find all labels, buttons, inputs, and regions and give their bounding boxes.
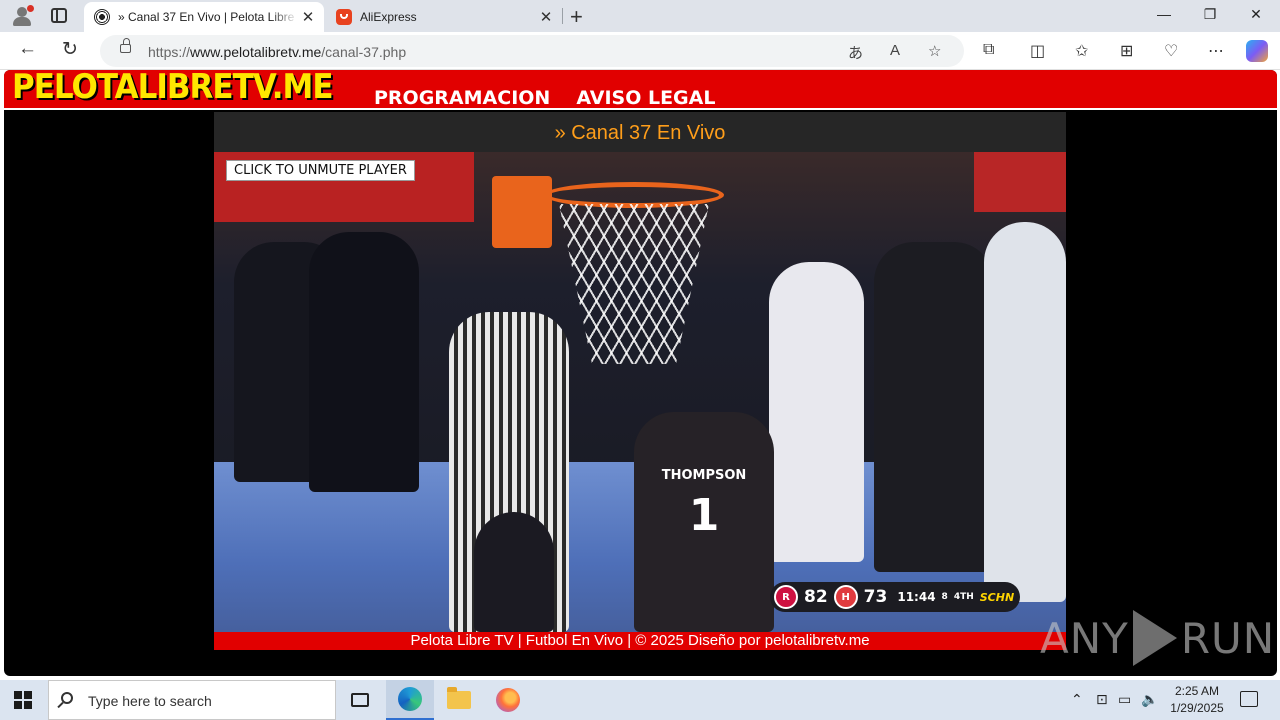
- watermark-right: RUN: [1180, 613, 1276, 663]
- video-player-thompson: THOMPSON 1: [634, 412, 774, 632]
- url-text[interactable]: https://www.pelotalibretv.me/canal-37.ph…: [148, 44, 406, 60]
- site-footer: Pelota Libre TV | Futbol En Vivo | © 202…: [214, 632, 1066, 650]
- nav-aviso-legal[interactable]: AVISO LEGAL: [576, 87, 715, 109]
- new-tab-button[interactable]: +: [570, 4, 583, 30]
- taskbar-edge[interactable]: [386, 680, 434, 720]
- network-logo: SCHN: [979, 590, 1015, 604]
- volume-icon[interactable]: 🔈: [1141, 691, 1158, 708]
- tab-title: AliExpress: [360, 10, 417, 24]
- refresh-icon[interactable]: ↻: [62, 38, 78, 61]
- lock-icon[interactable]: [120, 38, 131, 53]
- clock-time: 2:25 AM: [1174, 684, 1220, 698]
- aliexpress-icon: [336, 9, 352, 25]
- channel-panel: » Canal 37 En Vivo THOMPSON 1 CLICK TO U…: [214, 112, 1066, 650]
- copilot-icon[interactable]: [1246, 40, 1268, 62]
- close-window-button[interactable]: ✕: [1233, 6, 1279, 23]
- unmute-button[interactable]: CLICK TO UNMUTE PLAYER: [226, 160, 415, 181]
- tab-canal-37[interactable]: » Canal 37 En Vivo | Pelota Libre TV ✕: [84, 2, 324, 32]
- anyrun-watermark: ANY RUN: [1040, 610, 1275, 666]
- jersey-name: THOMPSON: [661, 468, 747, 483]
- task-view-icon: [351, 693, 369, 707]
- task-view-button[interactable]: [336, 680, 384, 720]
- hawks-logo-icon: H: [833, 585, 858, 609]
- page-viewport: PELOTALIBRETV.ME PROGRAMACION AVISO LEGA…: [0, 70, 1280, 680]
- site-header: PELOTALIBRETV.ME PROGRAMACION AVISO LEGA…: [4, 70, 1277, 110]
- watermark-left: ANY: [1040, 613, 1129, 663]
- play-triangle-icon: [1132, 610, 1177, 666]
- taskbar-file-explorer[interactable]: [435, 680, 483, 720]
- jersey-number: 1: [688, 490, 720, 541]
- search-icon: [61, 692, 73, 704]
- video-backboard: [492, 176, 552, 248]
- device-icon[interactable]: ⊡: [1096, 691, 1108, 708]
- chevron-up-icon[interactable]: ⌃: [1071, 691, 1083, 708]
- url-field[interactable]: https://www.pelotalibretv.me/canal-37.ph…: [100, 35, 964, 67]
- collections-icon[interactable]: ⊞: [1120, 41, 1133, 61]
- video-player[interactable]: THOMPSON 1 CLICK TO UNMUTE PLAYER R 82 H…: [214, 152, 1066, 632]
- network-icon[interactable]: ▭: [1118, 691, 1131, 708]
- maximize-button[interactable]: ❐: [1187, 6, 1233, 23]
- tab-actions-icon[interactable]: [51, 8, 67, 23]
- period: 4TH: [953, 592, 974, 602]
- close-tab-icon[interactable]: ✕: [536, 8, 556, 26]
- favorite-star-icon[interactable]: ☆: [928, 42, 941, 60]
- folder-icon: [447, 687, 471, 709]
- back-arrow-icon[interactable]: ←: [18, 38, 37, 60]
- minimize-button[interactable]: —: [1141, 6, 1187, 22]
- translate-icon[interactable]: あ: [848, 42, 863, 63]
- taskbar-clock[interactable]: 2:25 AM 1/29/2025: [1160, 683, 1234, 717]
- away-score: 73: [863, 587, 888, 607]
- windows-start-icon[interactable]: [14, 691, 32, 709]
- video-bench-player: [309, 232, 419, 492]
- nav-programacion[interactable]: PROGRAMACION: [374, 87, 550, 109]
- read-aloud-icon[interactable]: A: [890, 42, 900, 59]
- search-placeholder: Type here to search: [88, 693, 212, 709]
- browser-essentials-icon[interactable]: ♡: [1164, 41, 1178, 61]
- tab-aliexpress[interactable]: AliExpress ✕: [326, 2, 562, 32]
- tab-separator: [562, 8, 563, 24]
- site-nav: PROGRAMACION AVISO LEGAL: [374, 87, 715, 109]
- favorites-icon[interactable]: ✩: [1075, 41, 1088, 61]
- firefox-icon: [496, 688, 520, 712]
- channel-title: » Canal 37 En Vivo: [554, 122, 726, 144]
- notification-icon[interactable]: [1240, 691, 1258, 707]
- shot-clock: 8: [941, 592, 948, 602]
- close-tab-icon[interactable]: ✕: [298, 8, 318, 26]
- rockets-logo-icon: R: [774, 585, 798, 609]
- video-player-white: [984, 222, 1066, 602]
- home-score: 82: [804, 587, 828, 607]
- soccer-ball-icon: [94, 9, 110, 25]
- game-clock: 11:44: [897, 590, 936, 604]
- clock-date: 1/29/2025: [1170, 701, 1224, 715]
- extensions-icon[interactable]: ⧉: [983, 41, 994, 59]
- scorebug: R 82 H 73 11:44 8 4TH SCHN: [770, 582, 1021, 612]
- windows-taskbar: Type here to search ⌃ ⊡ ▭ 🔈 2:25 AM 1/29…: [0, 680, 1280, 720]
- taskbar-firefox[interactable]: [484, 680, 532, 720]
- taskbar-search-box[interactable]: Type here to search: [48, 680, 336, 720]
- video-player-foreground: [474, 512, 554, 632]
- more-menu-icon[interactable]: ⋯: [1208, 41, 1224, 61]
- address-toolbar: ← ↻ https://www.pelotalibretv.me/canal-3…: [0, 32, 1280, 70]
- video-bench-player: [874, 242, 994, 572]
- browser-tab-bar: » Canal 37 En Vivo | Pelota Libre TV ✕ A…: [0, 0, 1280, 32]
- tab-title: » Canal 37 En Vivo | Pelota Libre TV: [118, 10, 298, 24]
- video-red-signage: [974, 152, 1066, 212]
- profile-icon[interactable]: [10, 5, 34, 27]
- site-logo[interactable]: PELOTALIBRETV.ME: [12, 70, 334, 107]
- edge-icon: [398, 687, 422, 711]
- video-bench-player: [769, 262, 864, 562]
- split-screen-icon[interactable]: ◫: [1030, 41, 1045, 61]
- site-body: PELOTALIBRETV.ME PROGRAMACION AVISO LEGA…: [4, 70, 1277, 676]
